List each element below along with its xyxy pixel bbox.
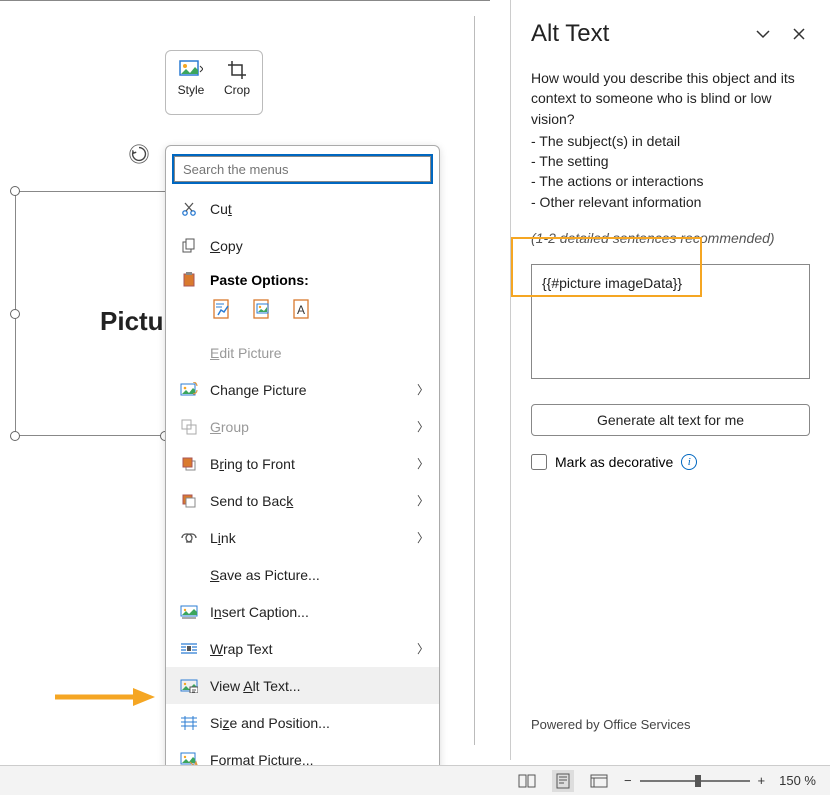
link-label: Link [210,530,417,546]
resize-handle[interactable] [10,431,20,441]
style-label: Style [178,83,205,97]
web-layout-icon[interactable] [588,770,610,792]
copy-icon [176,238,202,254]
insert-caption-label: Insert Caption... [210,604,429,620]
caption-icon [176,605,202,619]
resize-handle[interactable] [10,186,20,196]
group-icon [176,419,202,435]
paste-keep-source-icon[interactable] [210,296,236,322]
edit-picture-label: Edit Picture [210,345,429,361]
crop-label: Crop [224,83,250,97]
mark-decorative-label: Mark as decorative [555,454,673,470]
size-position-item[interactable]: Size and Position... [166,704,439,741]
zoom-out-button[interactable]: − [624,773,632,788]
paste-options-header: Paste Options: [166,264,439,290]
read-mode-icon[interactable] [516,770,538,792]
copy-label: Copy [210,238,429,254]
cut-icon [176,201,202,217]
alt-text-input[interactable] [531,264,810,379]
picture-label: Pictu [100,306,164,337]
insert-caption-item[interactable]: Insert Caption... [166,593,439,630]
link-icon [176,531,202,545]
paste-icon [176,272,202,288]
zoom-in-button[interactable]: + [758,773,766,788]
mark-decorative-checkbox[interactable] [531,454,547,470]
crop-button[interactable]: Crop [216,57,258,110]
print-layout-icon[interactable] [552,770,574,792]
panel-bullet: - The setting [531,151,810,171]
rotate-handle[interactable] [128,143,150,165]
info-icon[interactable]: i [681,454,697,470]
paste-picture-icon[interactable] [250,296,276,322]
chevron-right-icon: 〉 [417,418,429,435]
status-bar: − + 150 % [0,765,830,795]
context-menu: Cut Copy Paste Options: A Edit Picture C… [165,145,440,787]
resize-handle[interactable] [10,309,20,319]
wrap-text-icon [176,642,202,656]
zoom-level[interactable]: 150 % [779,773,816,788]
save-as-picture-item[interactable]: Save as Picture... [166,556,439,593]
send-to-back-icon [176,493,202,509]
panel-bullet: - Other relevant information [531,192,810,212]
close-button[interactable] [788,23,810,45]
link-item[interactable]: Link 〉 [166,519,439,556]
size-position-icon [176,716,202,730]
change-picture-item[interactable]: Change Picture 〉 [166,371,439,408]
chevron-right-icon: 〉 [417,640,429,657]
chevron-right-icon: 〉 [417,381,429,398]
mini-toolbar: Style Crop [165,50,263,115]
alt-text-panel: Alt Text How would you describe this obj… [510,0,830,760]
collapse-button[interactable] [752,23,774,45]
save-as-picture-label: Save as Picture... [210,567,429,583]
chevron-right-icon: 〉 [417,455,429,472]
view-alt-text-label: View Alt Text... [210,678,429,694]
wrap-text-item[interactable]: Wrap Text 〉 [166,630,439,667]
style-button[interactable]: Style [170,57,212,110]
panel-bullet: - The actions or interactions [531,171,810,191]
copy-item[interactable]: Copy [166,227,439,264]
bring-to-front-icon [176,456,202,472]
bring-to-front-label: Bring to Front [210,456,417,472]
menu-search-input[interactable] [174,156,431,182]
panel-description: How would you describe this object and i… [531,68,810,129]
group-label: Group [210,419,417,435]
generate-alt-text-button[interactable]: Generate alt text for me [531,404,810,436]
zoom-slider[interactable]: − + [624,773,765,788]
edit-picture-item: Edit Picture [166,334,439,371]
send-to-back-item[interactable]: Send to Back 〉 [166,482,439,519]
change-picture-icon [176,382,202,398]
size-position-label: Size and Position... [210,715,429,731]
paste-text-icon[interactable]: A [290,296,316,322]
bring-to-front-item[interactable]: Bring to Front 〉 [166,445,439,482]
cut-item[interactable]: Cut [166,190,439,227]
change-picture-label: Change Picture [210,382,417,398]
chevron-right-icon: 〉 [417,529,429,546]
panel-title: Alt Text [531,20,738,48]
annotation-arrow [55,688,155,706]
panel-bullet: - The subject(s) in detail [531,131,810,151]
chevron-right-icon: 〉 [417,492,429,509]
panel-hint: (1-2 detailed sentences recommended) [531,230,810,246]
wrap-text-label: Wrap Text [210,641,417,657]
send-to-back-label: Send to Back [210,493,417,509]
cut-label: Cut [210,201,429,217]
svg-text:A: A [297,303,305,317]
view-alt-text-item[interactable]: View Alt Text... [166,667,439,704]
powered-by-label: Powered by Office Services [531,717,690,732]
group-item: Group 〉 [166,408,439,445]
alt-text-icon [176,679,202,693]
